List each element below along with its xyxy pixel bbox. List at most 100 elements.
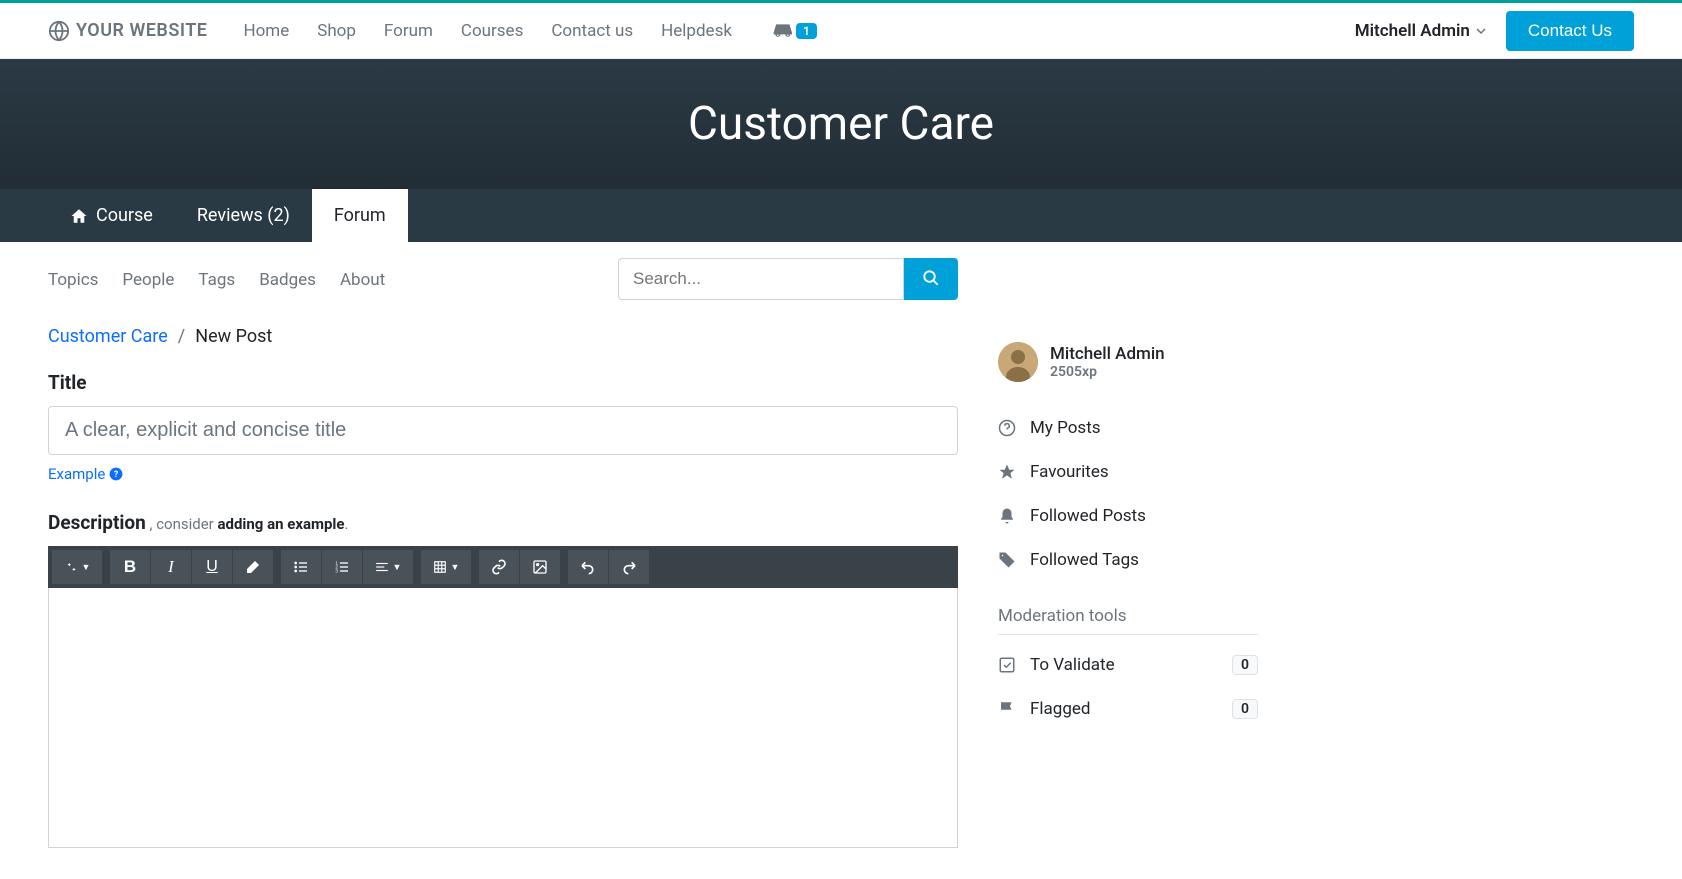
redo-icon (621, 559, 637, 575)
forum-nav-tags[interactable]: Tags (198, 270, 235, 290)
hero-title: Customer Care (0, 97, 1682, 151)
mod-to-validate[interactable]: To Validate 0 (998, 643, 1258, 687)
moderation-header: Moderation tools (998, 606, 1258, 635)
globe-icon (48, 20, 70, 42)
editor-toolbar: ▼ B I U 123 ▼ (48, 546, 958, 588)
sidebar-my-posts[interactable]: My Posts (998, 406, 1258, 450)
tags-icon (998, 551, 1016, 569)
editor-align-dropdown[interactable]: ▼ (363, 550, 413, 584)
undo-icon (580, 559, 596, 575)
editor-table-dropdown[interactable]: ▼ (421, 550, 471, 584)
align-icon (375, 560, 389, 574)
user-card[interactable]: Mitchell Admin 2505xp (998, 342, 1258, 382)
search-input[interactable] (618, 258, 904, 300)
editor-undo-button[interactable] (568, 550, 608, 584)
tab-reviews-label: Reviews (2) (197, 205, 290, 226)
editor-bold-button[interactable]: B (110, 550, 150, 584)
check-square-icon (998, 656, 1016, 674)
editor-image-button[interactable] (520, 550, 560, 584)
help-icon: ? (109, 467, 123, 481)
search-button[interactable] (904, 258, 958, 300)
editor-underline-button[interactable]: U (192, 550, 232, 584)
editor-redo-button[interactable] (609, 550, 649, 584)
nav-home[interactable]: Home (231, 13, 301, 49)
editor-clear-format-button[interactable] (233, 550, 273, 584)
user-dropdown[interactable]: Mitchell Admin (1355, 21, 1486, 41)
cart-icon (772, 21, 792, 41)
main-column: Topics People Tags Badges About Customer… (48, 258, 958, 848)
sidebar-my-posts-label: My Posts (1030, 418, 1101, 438)
flag-icon (998, 700, 1016, 718)
sidebar-followed-tags[interactable]: Followed Tags (998, 538, 1258, 582)
navbar-right: Mitchell Admin Contact Us (1355, 11, 1634, 51)
sidebar-xp: 2505xp (1050, 364, 1165, 380)
editor-ol-button[interactable]: 123 (322, 550, 362, 584)
list-ul-icon (293, 559, 309, 575)
breadcrumb-parent[interactable]: Customer Care (48, 326, 168, 347)
sidebar-favourites-label: Favourites (1030, 462, 1109, 482)
home-icon (70, 207, 88, 225)
nav-helpdesk[interactable]: Helpdesk (649, 13, 744, 49)
sidebar-followed-tags-label: Followed Tags (1030, 550, 1139, 570)
logo-text: YOUR WEBSITE (76, 20, 207, 41)
table-icon (433, 560, 447, 574)
breadcrumb: Customer Care / New Post (48, 326, 958, 347)
main-navbar: YOUR WEBSITE Home Shop Forum Courses Con… (0, 3, 1682, 59)
search-icon (922, 269, 940, 287)
example-link[interactable]: Example ? (48, 465, 123, 483)
title-input[interactable] (48, 406, 958, 455)
moderation-links: To Validate 0 Flagged 0 (998, 643, 1258, 731)
list-ol-icon: 123 (334, 559, 350, 575)
sidebar-username: Mitchell Admin (1050, 344, 1165, 364)
avatar (998, 342, 1038, 382)
chevron-down-icon (1476, 26, 1486, 36)
sidebar-followed-posts[interactable]: Followed Posts (998, 494, 1258, 538)
forum-nav: Topics People Tags Badges About (48, 258, 385, 302)
forum-nav-topics[interactable]: Topics (48, 270, 98, 290)
description-label: Description (48, 511, 146, 534)
magic-icon (64, 560, 78, 574)
bell-icon (998, 507, 1016, 525)
link-icon (491, 559, 507, 575)
tab-forum-label: Forum (334, 205, 386, 226)
nav-contact[interactable]: Contact us (539, 13, 645, 49)
editor-style-dropdown[interactable]: ▼ (52, 550, 102, 584)
nav-forum[interactable]: Forum (372, 13, 445, 49)
sidebar-links: My Posts Favourites Followed Posts Follo… (998, 406, 1258, 582)
star-icon (998, 463, 1016, 481)
svg-text:3: 3 (335, 568, 338, 573)
logo[interactable]: YOUR WEBSITE (48, 20, 207, 42)
tab-reviews[interactable]: Reviews (2) (175, 189, 312, 242)
description-hint: , consider adding an example. (150, 515, 349, 533)
mod-flagged[interactable]: Flagged 0 (998, 687, 1258, 731)
breadcrumb-separator: / (178, 326, 185, 347)
editor-link-button[interactable] (479, 550, 519, 584)
nav-courses[interactable]: Courses (449, 13, 535, 49)
tab-forum[interactable]: Forum (312, 189, 408, 242)
main-container: Topics People Tags Badges About Customer… (0, 242, 1682, 864)
editor-italic-button[interactable]: I (151, 550, 191, 584)
editor-textarea[interactable] (48, 588, 958, 848)
tab-course[interactable]: Course (48, 189, 175, 242)
sidebar-favourites[interactable]: Favourites (998, 450, 1258, 494)
forum-nav-about[interactable]: About (340, 270, 385, 290)
question-icon (998, 419, 1016, 437)
cart-button[interactable]: 1 (772, 21, 817, 41)
mod-flagged-count: 0 (1232, 699, 1258, 719)
contact-us-button[interactable]: Contact Us (1506, 11, 1634, 51)
cart-badge: 1 (796, 23, 817, 39)
tab-course-label: Course (96, 205, 153, 226)
nav-shop[interactable]: Shop (305, 13, 368, 49)
subtabs: Course Reviews (2) Forum (0, 189, 1682, 242)
forum-nav-people[interactable]: People (122, 270, 174, 290)
hero: Customer Care (0, 59, 1682, 189)
editor-ul-button[interactable] (281, 550, 321, 584)
svg-text:?: ? (114, 470, 119, 480)
mod-flagged-label: Flagged (1030, 699, 1090, 719)
sidebar-followed-posts-label: Followed Posts (1030, 506, 1146, 526)
mod-to-validate-label: To Validate (1030, 655, 1115, 675)
forum-nav-badges[interactable]: Badges (259, 270, 316, 290)
search-row (618, 258, 958, 300)
example-link-text: Example (48, 465, 105, 483)
title-label: Title (48, 371, 958, 394)
